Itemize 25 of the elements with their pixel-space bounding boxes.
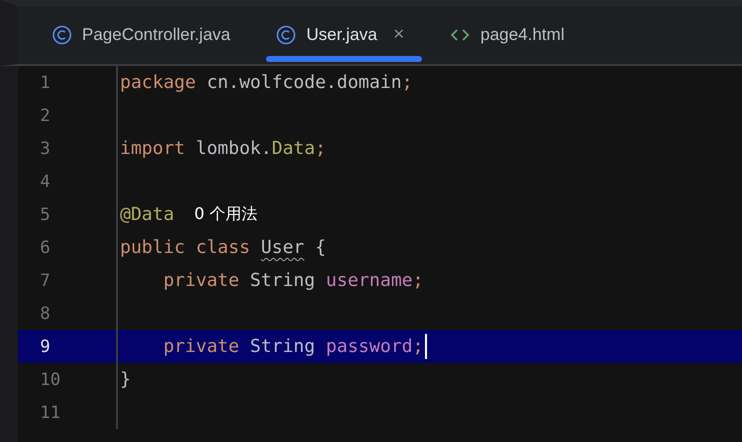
line-number: 4 bbox=[39, 172, 52, 192]
class-icon bbox=[52, 25, 72, 45]
code-line: public class User { bbox=[120, 237, 326, 258]
class-icon bbox=[276, 25, 296, 45]
line-number: 8 bbox=[39, 304, 52, 324]
close-icon[interactable]: × bbox=[393, 24, 404, 46]
line-number: 5 bbox=[39, 204, 52, 224]
line-number: 11 bbox=[39, 402, 62, 422]
code-line: package cn.wolfcode.domain; bbox=[120, 72, 413, 93]
code-line: } bbox=[120, 369, 131, 390]
editor-tab[interactable]: User.java × bbox=[258, 6, 422, 64]
line-number: 3 bbox=[39, 138, 52, 158]
editor-tab[interactable]: PageController.java bbox=[34, 6, 248, 64]
line-number: 6 bbox=[39, 238, 52, 258]
code-line: import lombok.Data; bbox=[120, 138, 326, 159]
line-number: 1 bbox=[39, 72, 52, 92]
code-line: @Data bbox=[120, 204, 174, 225]
line-number: 9 bbox=[39, 336, 52, 356]
line-number: 2 bbox=[39, 106, 52, 126]
editor-tab[interactable]: page4.html bbox=[432, 6, 582, 64]
code-line: private String password; bbox=[162, 336, 424, 357]
line-number: 10 bbox=[39, 370, 62, 390]
line-number: 7 bbox=[39, 270, 52, 290]
usage-hint[interactable]: 0 个用法 bbox=[194, 204, 258, 225]
code-line: private String username; bbox=[162, 270, 424, 291]
